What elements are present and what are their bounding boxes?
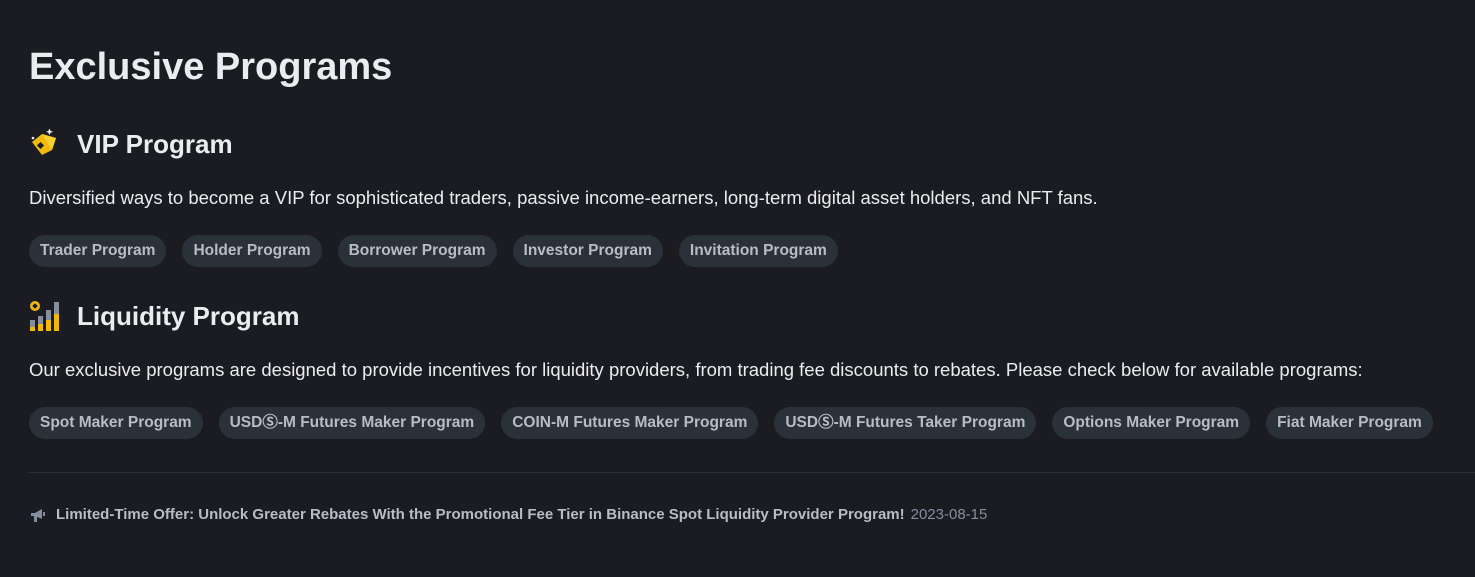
exclusive-programs-panel: Exclusive Programs VIP Program Diversifi…: [0, 0, 1475, 577]
liquidity-program-chips: Spot Maker Program USDⓈ-M Futures Maker …: [29, 407, 1433, 439]
liquidity-program-header: Liquidity Program: [29, 300, 1475, 332]
chip-holder-program[interactable]: Holder Program: [182, 235, 322, 267]
megaphone-icon: [29, 505, 49, 525]
chip-trader-program[interactable]: Trader Program: [29, 235, 167, 267]
chip-usds-m-futures-maker-program[interactable]: USDⓈ-M Futures Maker Program: [218, 407, 486, 439]
chip-spot-maker-program[interactable]: Spot Maker Program: [29, 407, 203, 439]
vip-program-description: Diversified ways to become a VIP for sop…: [29, 187, 1098, 208]
announcement-link[interactable]: Limited-Time Offer: Unlock Greater Rebat…: [56, 505, 905, 525]
liquidity-bar-chart-icon: [29, 300, 61, 332]
announcement-row: Limited-Time Offer: Unlock Greater Rebat…: [29, 505, 987, 525]
liquidity-program-title: Liquidity Program: [77, 301, 300, 331]
vip-program-header: VIP Program: [29, 128, 1475, 160]
chip-usds-m-futures-taker-program[interactable]: USDⓈ-M Futures Taker Program: [774, 407, 1037, 439]
announcement-date: 2023-08-15: [910, 506, 988, 523]
chip-coin-m-futures-maker-program[interactable]: COIN-M Futures Maker Program: [501, 407, 759, 439]
liquidity-program-description: Our exclusive programs are designed to p…: [29, 359, 1363, 380]
vip-program-title: VIP Program: [77, 129, 233, 159]
section-divider: [29, 472, 1475, 473]
chip-options-maker-program[interactable]: Options Maker Program: [1052, 407, 1251, 439]
vip-program-section: VIP Program Diversified ways to become a…: [29, 128, 1475, 267]
liquidity-program-section: Liquidity Program Our exclusive programs…: [29, 300, 1475, 439]
chip-fiat-maker-program[interactable]: Fiat Maker Program: [1266, 407, 1433, 439]
vip-program-chips: Trader Program Holder Program Borrower P…: [29, 235, 838, 267]
chip-invitation-program[interactable]: Invitation Program: [678, 235, 838, 267]
vip-diamond-tag-icon: [29, 128, 61, 160]
page-title: Exclusive Programs: [29, 46, 393, 88]
chip-borrower-program[interactable]: Borrower Program: [337, 235, 497, 267]
chip-investor-program[interactable]: Investor Program: [512, 235, 663, 267]
